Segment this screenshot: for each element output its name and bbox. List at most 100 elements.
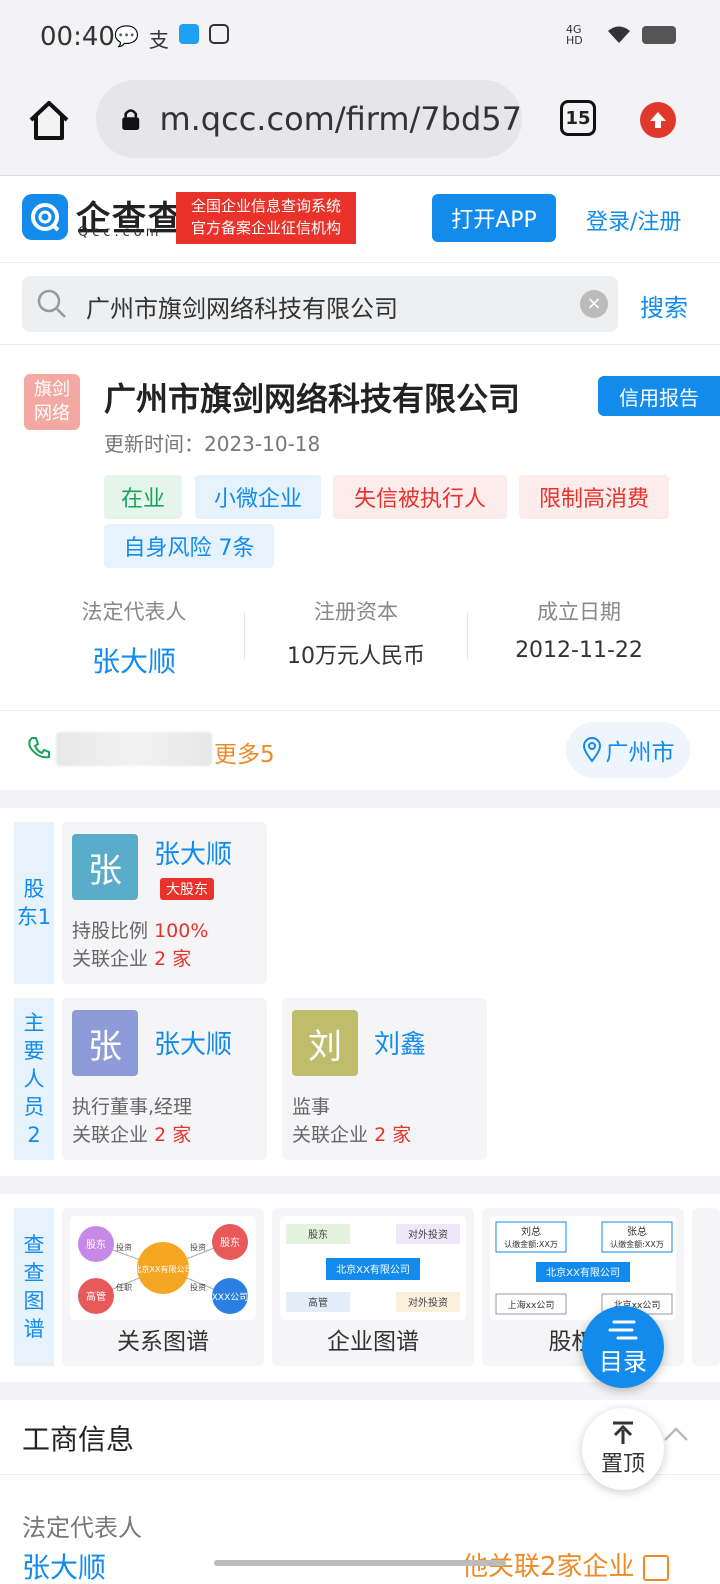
city-text: 广州市 bbox=[605, 740, 675, 766]
related-companies[interactable]: 关联企业 2 家 bbox=[72, 1120, 191, 1147]
relationship-node-center: 北京XX有限公司 bbox=[134, 1264, 193, 1274]
lock-icon bbox=[122, 109, 140, 131]
equity-graph-thumbnail: 刘总 认缴金额:XX万 张总 认缴金额:XX万 北京XX有限公司 上海xx公司 … bbox=[490, 1216, 676, 1320]
arrow-up-icon bbox=[650, 112, 666, 128]
app-notification-icon bbox=[178, 24, 199, 44]
more-phones-link[interactable]: 更多5 bbox=[214, 735, 275, 769]
tab-switcher-button[interactable]: 15 bbox=[560, 100, 596, 136]
size-tag[interactable]: 小微企业 bbox=[195, 475, 321, 519]
notification-icons: 💬 支 bbox=[114, 24, 229, 53]
avatar: 刘 bbox=[292, 1010, 358, 1076]
share-ratio-label: 持股比例 bbox=[72, 920, 149, 942]
key-person-role: 监事 bbox=[292, 1096, 331, 1118]
section-gap bbox=[0, 790, 720, 808]
key-person-name[interactable]: 刘鑫 bbox=[374, 1024, 426, 1061]
business-legal-rep-link[interactable]: 张大顺 bbox=[22, 1546, 106, 1584]
relationship-node-1: 股东 bbox=[86, 1238, 106, 1251]
relationship-graph-diagram: 股东 高管 股东 XXX公司 北京XX有限公司 投资 任职 投资 投资 bbox=[78, 1224, 248, 1314]
slogan-box: 全国企业信息查询系统 官方备案企业征信机构 bbox=[176, 192, 356, 244]
key-person-card[interactable]: 刘 刘鑫 监事 关联企业 2 家 bbox=[282, 998, 487, 1160]
key-people-label-text: 主 要 人 员 2 bbox=[23, 1011, 45, 1147]
update-time-value: 2023-10-18 bbox=[204, 432, 321, 456]
login-register-link[interactable]: 登录/注册 bbox=[586, 204, 681, 236]
business-info-title: 工商信息 bbox=[22, 1423, 135, 1456]
search-button[interactable]: 搜索 bbox=[640, 288, 688, 323]
clear-icon[interactable]: × bbox=[580, 290, 608, 318]
related-count: 2 家 bbox=[154, 1124, 192, 1146]
legal-rep-link[interactable]: 张大顺 bbox=[24, 640, 244, 680]
relationship-node-2: 高管 bbox=[86, 1290, 106, 1303]
graphs-label[interactable]: 查 查 图 谱 bbox=[14, 1208, 54, 1366]
share-ratio: 持股比例 100% bbox=[72, 916, 208, 943]
address-bar[interactable]: m.qcc.com/firm/7bd57 bbox=[96, 80, 522, 158]
arrow-right-box-icon bbox=[642, 1554, 669, 1581]
location-button[interactable]: 广州市 bbox=[566, 722, 690, 778]
related-companies[interactable]: 关联企业 2 家 bbox=[292, 1120, 411, 1147]
shareholder-card[interactable]: 张 张大顺 大股东 持股比例 100% 关联企业 2 家 bbox=[62, 822, 267, 984]
related-label: 关联企业 bbox=[72, 948, 149, 970]
search-icon bbox=[37, 289, 66, 318]
open-app-button[interactable]: 打开APP bbox=[432, 194, 556, 242]
enterprise-graph-card[interactable]: 股东 对外投资 高管 对外投资 北京XX有限公司 企业图谱 bbox=[272, 1208, 474, 1366]
equity-node-1-sub: 认缴金额:XX万 bbox=[504, 1239, 558, 1249]
equity-node-2-sub: 认缴金额:XX万 bbox=[610, 1239, 664, 1249]
phone-number-blurred[interactable] bbox=[56, 732, 212, 766]
browser-toolbar: m.qcc.com/firm/7bd57 15 bbox=[0, 76, 720, 176]
risk-tag[interactable]: 自身风险 7条 bbox=[104, 524, 274, 568]
key-people-label[interactable]: 主 要 人 员 2 bbox=[14, 998, 54, 1160]
qcc-logo-icon[interactable] bbox=[22, 194, 68, 240]
enterprise-node-center: 北京XX有限公司 bbox=[336, 1263, 410, 1276]
avatar: 张 bbox=[72, 1010, 138, 1076]
arrow-to-top-icon bbox=[613, 1421, 633, 1444]
site-header: 企查查 Qcc.com 全国企业信息查询系统 官方备案企业征信机构 打开APP … bbox=[0, 177, 720, 263]
list-icon bbox=[608, 1320, 638, 1339]
update-time-label: 更新时间： bbox=[104, 432, 204, 456]
shareholder-name[interactable]: 张大顺 bbox=[154, 834, 232, 871]
consumption-limit-tag[interactable]: 限制高消费 bbox=[519, 475, 669, 519]
chat-notification-icon: 💬 bbox=[114, 24, 139, 48]
legal-rep-label: 法定代表人 bbox=[81, 600, 187, 624]
relationship-graph-card[interactable]: 股东 高管 股东 XXX公司 北京XX有限公司 投资 任职 投资 投资 关系图谱 bbox=[62, 1208, 264, 1366]
location-pin-icon bbox=[582, 737, 601, 763]
home-button[interactable] bbox=[26, 98, 72, 144]
graphs-label-text: 查 查 图 谱 bbox=[23, 1233, 45, 1341]
key-person-card[interactable]: 张 张大顺 执行董事,经理 关联企业 2 家 bbox=[62, 998, 267, 1160]
share-ratio-value: 100% bbox=[154, 920, 209, 942]
separator bbox=[244, 612, 245, 660]
equity-node-3: 上海xx公司 bbox=[508, 1299, 555, 1311]
enterprise-node-3: 高管 bbox=[308, 1296, 328, 1309]
back-to-top-fab[interactable]: 置顶 bbox=[582, 1408, 664, 1490]
graph-card-partial[interactable] bbox=[692, 1208, 720, 1366]
dishonest-tag[interactable]: 失信被执行人 bbox=[333, 475, 507, 519]
browser-update-button[interactable] bbox=[640, 102, 676, 138]
relationship-edge-1: 投资 bbox=[116, 1242, 132, 1252]
slogan-line2: 官方备案企业征信机构 bbox=[190, 219, 341, 237]
relationship-graph-title: 关系图谱 bbox=[117, 1329, 209, 1355]
key-person-name[interactable]: 张大顺 bbox=[154, 1024, 232, 1061]
founded-label: 成立日期 bbox=[537, 600, 621, 624]
search-input[interactable]: 广州市旗剑网络科技有限公司 × bbox=[22, 276, 618, 332]
enterprise-graph-thumbnail: 股东 对外投资 高管 对外投资 北京XX有限公司 bbox=[280, 1216, 466, 1320]
catalog-fab[interactable]: 目录 bbox=[582, 1306, 664, 1388]
capital-label: 注册资本 bbox=[314, 600, 398, 624]
avatar: 张 bbox=[72, 834, 138, 900]
chevron-up-icon[interactable] bbox=[662, 1424, 690, 1444]
enterprise-node-1: 股东 bbox=[308, 1228, 328, 1241]
credit-report-button[interactable]: 信用报告 bbox=[598, 376, 720, 416]
relationship-graph-thumbnail: 股东 高管 股东 XXX公司 北京XX有限公司 投资 任职 投资 投资 bbox=[70, 1216, 256, 1320]
business-legal-rep-label: 法定代表人 bbox=[22, 1514, 142, 1542]
shareholders-label[interactable]: 股 东1 bbox=[14, 822, 54, 984]
status-tag[interactable]: 在业 bbox=[104, 475, 182, 519]
gesture-nav-handle[interactable] bbox=[214, 1560, 506, 1566]
company-logo-line1: 旗剑 bbox=[34, 379, 70, 400]
enterprise-node-4: 对外投资 bbox=[408, 1296, 448, 1309]
status-bar: 00:40 💬 支 4G HD bbox=[0, 0, 720, 76]
related-companies[interactable]: 关联企业 2 家 bbox=[72, 944, 191, 971]
alipay-notification-icon: 支 bbox=[148, 28, 169, 52]
related-count: 2 家 bbox=[154, 948, 192, 970]
divider bbox=[0, 344, 720, 345]
search-query: 广州市旗剑网络科技有限公司 bbox=[86, 295, 398, 323]
related-companies-text: 他关联2家企业 bbox=[462, 1552, 635, 1582]
battery-icon bbox=[642, 26, 676, 44]
relationship-edge-3: 投资 bbox=[190, 1242, 206, 1252]
